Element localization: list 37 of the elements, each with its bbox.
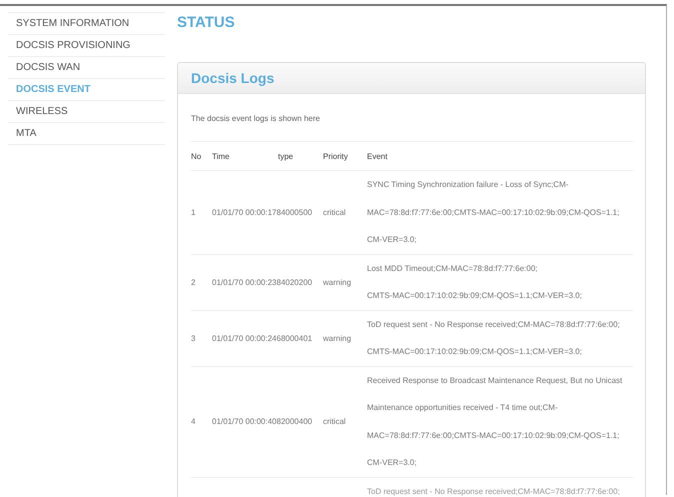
table-cell: 1 xyxy=(191,170,212,254)
sidebar-item[interactable]: DOCSIS PROVISIONING xyxy=(8,35,165,57)
page-title: STATUS xyxy=(177,14,236,32)
table-cell: 2 xyxy=(191,254,212,310)
table-cell: 01/01/70 00:00:1784000500 xyxy=(212,170,323,254)
column-header: No xyxy=(191,142,212,170)
table-cell: 01/01/70 00:00:2468000401 xyxy=(212,310,323,366)
column-header: type xyxy=(278,142,323,170)
event-line: CMTS-MAC=00:17:10:02:9b:09;CM-QOS=1.1;CM-VER=3.0; xyxy=(367,346,583,358)
panel-title: Docsis Logs xyxy=(191,70,274,86)
description-text: The docsis event logs is shown here xyxy=(191,114,321,123)
table-cell: warning xyxy=(323,310,367,366)
column-header: Priority xyxy=(323,142,367,170)
event-line: Received Response to Broadcast Maintenance Request, But no Unicast xyxy=(367,374,624,387)
event-line: Lost MDD Timeout;CM-MAC=78:8d:f7:77:6e:00; xyxy=(367,262,539,274)
event-line: MAC=78:8d:f7:77:6e:00;CMTS-MAC=00:17:10:02:9b:09;CM-QOS=1.1; xyxy=(367,430,620,442)
table-cell: warning xyxy=(323,254,367,310)
event-line: SYNC Timing Synchronization failure - Loss of Sync;CM- xyxy=(367,179,570,191)
table-cell: critical xyxy=(323,170,367,254)
event-line: CM-VER=3.0; xyxy=(367,234,418,246)
sidebar-item[interactable]: WIRELESS xyxy=(8,101,165,123)
table-cell: 01/01/70 00:00:4082000400 xyxy=(212,366,323,477)
event-line: CM-VER=3.0; xyxy=(367,457,418,469)
table-cell: 01/01/70 00:00:2384020200 xyxy=(212,254,323,310)
event-line: Maintenance opportunities received - T4 time out;CM- xyxy=(367,402,559,414)
event-line: ToD request sent - No Response received;CM-MAC=78:8d:f7:77:6e:00; xyxy=(367,486,621,497)
sidebar-item[interactable]: SYSTEM INFORMATION xyxy=(8,12,165,35)
event-line: CMTS-MAC=00:17:10:02:9b:09;CM-QOS=1.1;CM-VER=3.0; xyxy=(367,290,583,302)
table-cell: 3 xyxy=(191,310,212,366)
column-header: Time xyxy=(212,142,278,170)
sidebar-item[interactable]: DOCSIS WAN xyxy=(8,57,165,79)
sidebar-item[interactable]: MTA xyxy=(8,123,165,145)
event-line: MAC=78:8d:f7:77:6e:00;CMTS-MAC=00:17:10:02:9b:09;CM-QOS=1.1; xyxy=(367,206,620,218)
event-line: ToD request sent - No Response received;CM-MAC=78:8d:f7:77:6e:00; xyxy=(367,318,621,331)
table-cell: 4 xyxy=(191,366,212,477)
column-header: Event xyxy=(367,142,633,170)
table-cell: critical xyxy=(323,366,367,477)
